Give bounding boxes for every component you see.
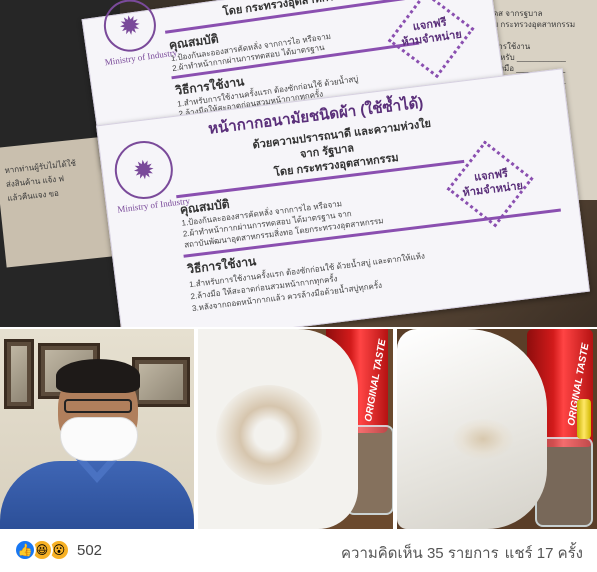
glasses	[64, 399, 132, 413]
stain-mark	[216, 385, 322, 485]
left-paper-line-1: หากท่านผู้รับไม่ได้ใช้	[4, 158, 77, 176]
shares-link[interactable]: แชร์ 17 ครั้ง	[505, 541, 583, 565]
ministry-seal-icon: ✹	[100, 0, 160, 55]
facebook-post: ปงดส จากรฐบาล โดย กระทรวงอุตสาหกรรม วิธีกา…	[0, 0, 597, 572]
photo-stained-mask[interactable]: ORIGINAL TASTE	[198, 329, 393, 529]
shirt	[0, 461, 194, 529]
photo-mask-inside[interactable]: ORIGINAL TASTE	[397, 329, 597, 529]
wall-frame	[4, 339, 34, 409]
ministry-seal-caption: Ministry of Industry	[104, 47, 178, 68]
photo-mask-packages[interactable]: ปงดส จากรฐบาล โดย กระทรวงอุตสาหกรรม วิธีกา…	[0, 0, 597, 327]
ministry-seal-icon: ✹	[111, 137, 177, 203]
comments-link[interactable]: ความคิดเห็น 35 รายการ	[341, 541, 499, 565]
like-icon: 👍	[14, 539, 36, 561]
engagement-stats: ความคิดเห็น 35 รายการ แชร์ 17 ครั้ง	[341, 541, 583, 565]
bottle	[577, 399, 591, 439]
reactions-summary[interactable]: 👍 😆 😮 502	[14, 539, 102, 561]
photo-man-with-mask[interactable]	[0, 329, 194, 529]
cloth-mask-worn	[60, 417, 138, 461]
wall-frame	[132, 357, 190, 407]
photo-row: ORIGINAL TASTE ORIGINAL TASTE	[0, 329, 597, 529]
reaction-count: 502	[77, 541, 103, 559]
post-footer: 👍 😆 😮 502 ความคิดเห็น 35 รายการ แชร์ 17 …	[0, 529, 597, 572]
stain-mark	[453, 419, 513, 459]
left-paper-line-3: แล้วคืนแจง ขอ	[7, 188, 60, 204]
